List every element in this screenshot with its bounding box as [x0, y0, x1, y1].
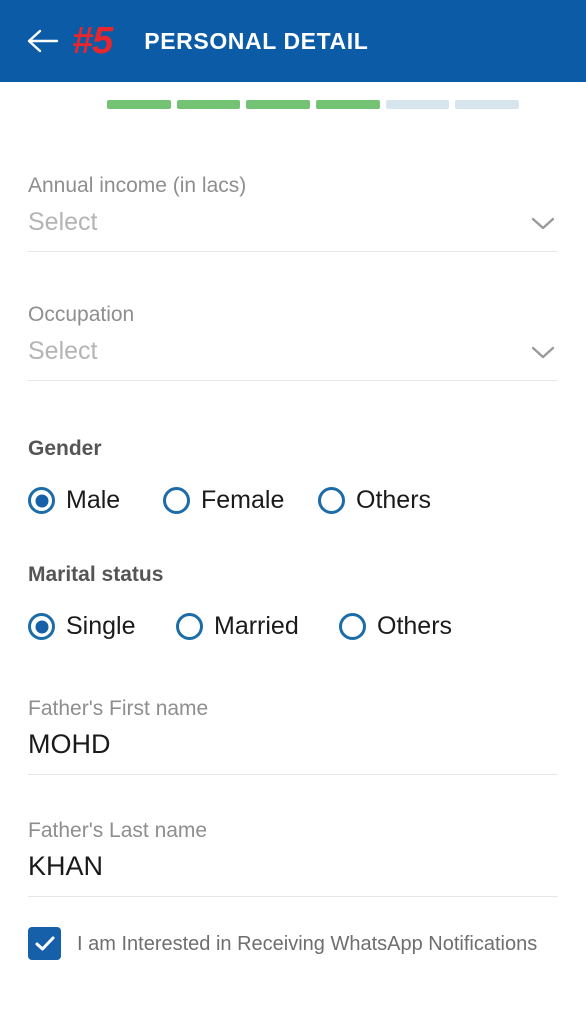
- marital-status-label: Marital status: [28, 563, 164, 586]
- gender-option-others[interactable]: Others: [318, 487, 431, 514]
- progress-segment: [385, 100, 450, 109]
- personal-detail-form: Annual income (in lacs) Select Occupatio…: [0, 120, 586, 960]
- whatsapp-opt-in-label: I am Interested in Receiving WhatsApp No…: [77, 932, 538, 955]
- father-last-name-label: Father's Last name: [28, 819, 208, 842]
- marital-option-married[interactable]: Married: [176, 613, 339, 640]
- field-father-last-name: Father's Last name KHAN: [0, 820, 586, 897]
- field-annual-income: Annual income (in lacs) Select: [0, 175, 586, 252]
- gender-option-label: Female: [201, 486, 285, 514]
- step-badge: #5: [72, 20, 113, 62]
- field-occupation: Occupation Select: [0, 304, 586, 381]
- occupation-select[interactable]: Select: [28, 325, 558, 381]
- occupation-label: Occupation: [28, 303, 135, 326]
- father-first-name-input[interactable]: MOHD: [28, 719, 558, 775]
- radio-icon[interactable]: [163, 487, 190, 514]
- progress-segment: [455, 100, 520, 109]
- progress-stepper: [107, 100, 520, 109]
- gender-option-female[interactable]: Female: [163, 487, 318, 514]
- field-marital-status: Marital status Single Married Others: [0, 564, 586, 640]
- annual-income-value: Select: [28, 208, 98, 236]
- arrow-left-icon[interactable]: [26, 24, 60, 58]
- chevron-down-icon[interactable]: [530, 340, 556, 366]
- checkbox-icon[interactable]: [28, 927, 61, 960]
- marital-option-label: Others: [377, 612, 453, 640]
- gender-radio-group: Male Female Others: [28, 487, 558, 514]
- marital-option-single[interactable]: Single: [28, 613, 176, 640]
- father-last-name-input[interactable]: KHAN: [28, 841, 558, 897]
- marital-option-label: Single: [66, 612, 136, 640]
- whatsapp-opt-in-row[interactable]: I am Interested in Receiving WhatsApp No…: [0, 927, 586, 960]
- annual-income-label: Annual income (in lacs): [28, 174, 247, 197]
- gender-option-label: Others: [356, 486, 432, 514]
- marital-option-label: Married: [214, 612, 299, 640]
- gender-option-male[interactable]: Male: [28, 487, 163, 514]
- page-title: PERSONAL DETAIL: [144, 27, 369, 54]
- father-first-name-label: Father's First name: [28, 697, 209, 720]
- marital-status-radio-group: Single Married Others: [28, 613, 558, 640]
- field-father-first-name: Father's First name MOHD: [0, 698, 586, 775]
- father-first-name-value: MOHD: [28, 729, 111, 759]
- progress-segment: [107, 100, 171, 109]
- radio-icon[interactable]: [318, 487, 345, 514]
- progress-segment: [316, 100, 380, 109]
- marital-option-others[interactable]: Others: [339, 613, 452, 640]
- radio-icon[interactable]: [176, 613, 203, 640]
- progress-segment: [246, 100, 311, 109]
- gender-option-label: Male: [66, 486, 121, 514]
- app-bar: #5 PERSONAL DETAIL: [0, 0, 586, 82]
- annual-income-select[interactable]: Select: [28, 196, 558, 252]
- gender-label: Gender: [28, 437, 102, 460]
- field-gender: Gender Male Female Others: [0, 438, 586, 514]
- progress-segment: [176, 100, 241, 109]
- radio-icon[interactable]: [28, 613, 55, 640]
- chevron-down-icon[interactable]: [530, 211, 556, 237]
- radio-icon[interactable]: [339, 613, 366, 640]
- occupation-value: Select: [28, 337, 98, 365]
- radio-icon[interactable]: [28, 487, 55, 514]
- father-last-name-value: KHAN: [28, 851, 104, 881]
